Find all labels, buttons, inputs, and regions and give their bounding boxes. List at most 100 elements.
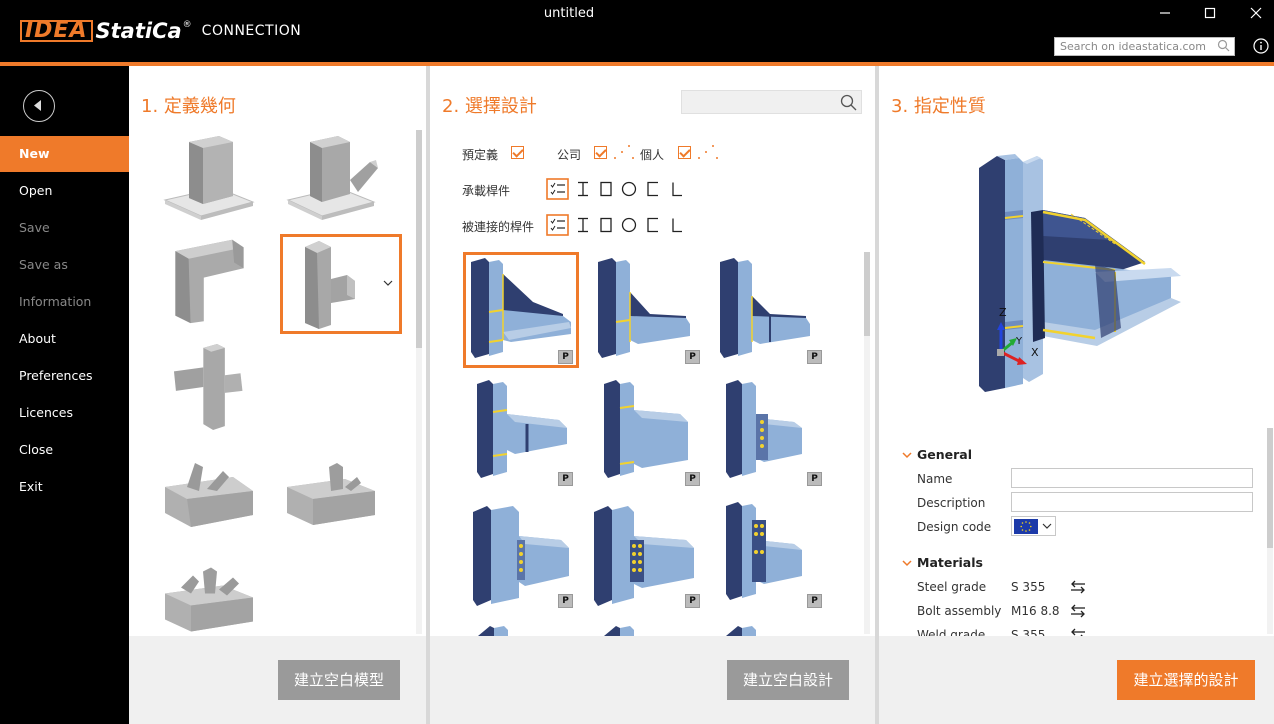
- bolt-assembly-value[interactable]: M16 8.8: [1011, 604, 1060, 618]
- personal-more-icon[interactable]: [696, 144, 718, 160]
- menu-item-save[interactable]: Save: [0, 210, 129, 246]
- app-window: IDEA StatiCa ® CONNECTION untitled Searc…: [0, 0, 1274, 724]
- bearing-angle-icon[interactable]: [669, 181, 685, 197]
- back-button[interactable]: [23, 90, 55, 122]
- axis-y-label: Y: [1016, 336, 1023, 347]
- design-template-4[interactable]: P: [463, 374, 579, 490]
- properties-scrollbar[interactable]: [1267, 428, 1273, 634]
- menu-item-close[interactable]: Close: [0, 432, 129, 468]
- menu-item-open[interactable]: Open: [0, 173, 129, 209]
- topology-truss-chord-v[interactable]: [163, 452, 273, 542]
- axis-x-label: X: [1031, 346, 1039, 359]
- design-template-5[interactable]: P: [590, 374, 706, 490]
- menu-item-preferences[interactable]: Preferences: [0, 358, 129, 394]
- design-template-9[interactable]: P: [712, 496, 828, 612]
- panel-divider-1[interactable]: [426, 66, 430, 724]
- design-template-6[interactable]: P: [712, 374, 828, 490]
- topology-column-base-brace[interactable]: [284, 132, 394, 222]
- connected-all-shapes-icon[interactable]: [546, 214, 569, 236]
- connected-member-label: 被連接的桿件: [462, 220, 535, 234]
- design-template-1[interactable]: P: [463, 252, 579, 368]
- close-window-button[interactable]: [1245, 4, 1267, 26]
- bearing-channel-icon[interactable]: [645, 181, 661, 197]
- steel-grade-value[interactable]: S 355: [1011, 580, 1045, 594]
- general-collapse-icon[interactable]: [902, 450, 912, 460]
- filter-personal-checkbox[interactable]: [678, 146, 691, 159]
- search-icon[interactable]: [840, 94, 857, 111]
- panel-divider-2[interactable]: [875, 66, 879, 724]
- filter-company-checkbox[interactable]: [594, 146, 607, 159]
- connected-channel-icon[interactable]: [645, 217, 661, 233]
- parametric-badge: P: [807, 350, 822, 364]
- design-search-input[interactable]: [681, 90, 862, 114]
- design-template-3[interactable]: P: [712, 252, 828, 368]
- filter-predefined-checkbox[interactable]: [511, 146, 524, 159]
- minimize-button[interactable]: [1154, 4, 1176, 26]
- design-template-2[interactable]: P: [590, 252, 706, 368]
- filter-predefined-label: 預定義: [462, 148, 499, 162]
- back-arrow-icon: [34, 100, 41, 111]
- parametric-badge: P: [685, 594, 700, 608]
- maximize-button[interactable]: [1199, 4, 1221, 26]
- create-blank-design-button[interactable]: 建立空白設計: [727, 660, 849, 700]
- bearing-rhs-icon[interactable]: [598, 181, 614, 197]
- materials-section-heading[interactable]: Materials: [917, 555, 983, 570]
- window-title: untitled: [543, 6, 595, 21]
- weld-grade-swap-icon[interactable]: [1069, 628, 1087, 636]
- logo-statica: StatiCa: [95, 19, 182, 43]
- design-code-select[interactable]: [1011, 516, 1056, 536]
- design-template-7[interactable]: P: [463, 496, 579, 612]
- weld-grade-row-clip: Weld grade S 355: [879, 622, 1259, 636]
- topology-truss-chord-t[interactable]: [285, 452, 395, 542]
- bearing-chs-icon[interactable]: [621, 181, 637, 197]
- general-section-heading[interactable]: General: [917, 447, 972, 462]
- design-template-8[interactable]: P: [590, 496, 706, 612]
- menu-item-information[interactable]: Information: [0, 284, 129, 320]
- geometry-scrollbar[interactable]: [416, 130, 422, 634]
- name-field[interactable]: [1011, 468, 1253, 488]
- create-blank-model-button[interactable]: 建立空白模型: [278, 660, 400, 700]
- connected-angle-icon[interactable]: [669, 217, 685, 233]
- search-icon[interactable]: [1217, 39, 1230, 52]
- create-selected-design-button[interactable]: 建立選擇的設計: [1117, 660, 1255, 700]
- description-field[interactable]: [1011, 492, 1253, 512]
- connected-rhs-icon[interactable]: [598, 217, 614, 233]
- chevron-down-icon: [1042, 523, 1052, 529]
- topology-column-base[interactable]: [163, 132, 273, 222]
- design-scrollbar[interactable]: [864, 252, 870, 634]
- steel-grade-swap-icon[interactable]: [1069, 580, 1087, 594]
- topology-knee[interactable]: [163, 236, 273, 326]
- materials-collapse-icon[interactable]: [902, 558, 912, 568]
- bearing-i-section-icon[interactable]: [575, 181, 591, 197]
- menu-item-exit[interactable]: Exit: [0, 469, 129, 505]
- properties-scrollbar-thumb[interactable]: [1267, 428, 1273, 548]
- topology-truss-chord-k[interactable]: [163, 556, 273, 646]
- weld-grade-value[interactable]: S 355: [1011, 628, 1045, 636]
- topology-cross[interactable]: [163, 342, 273, 432]
- topology-column-beam-selected[interactable]: [280, 234, 402, 334]
- bolt-assembly-swap-icon[interactable]: [1069, 604, 1087, 618]
- menu-item-about[interactable]: About: [0, 321, 129, 357]
- chevron-down-icon[interactable]: [383, 279, 393, 287]
- menu-label: New: [19, 146, 50, 161]
- connected-chs-icon[interactable]: [621, 217, 637, 233]
- bearing-member-label: 承載桿件: [462, 184, 511, 198]
- weld-grade-label: Weld grade: [917, 628, 986, 636]
- design-scrollbar-thumb[interactable]: [864, 252, 870, 336]
- logo-idea: IDEA: [20, 20, 93, 42]
- geometry-scrollbar-thumb[interactable]: [416, 130, 422, 348]
- company-more-icon[interactable]: [612, 144, 634, 160]
- menu-item-save-as[interactable]: Save as: [0, 247, 129, 283]
- design-row-partial: [478, 626, 756, 636]
- info-icon[interactable]: [1253, 38, 1269, 54]
- design-panel-footer: 建立空白設計: [430, 636, 875, 724]
- web-search-input[interactable]: Search on ideastatica.com: [1054, 37, 1235, 56]
- connected-i-section-icon[interactable]: [575, 217, 591, 233]
- app-logo: IDEA StatiCa ® CONNECTION: [20, 19, 301, 43]
- properties-panel: 3. 指定性質 Z Y X General Name Description D…: [879, 66, 1274, 636]
- menu-item-licences[interactable]: Licences: [0, 395, 129, 431]
- menu-item-new[interactable]: New: [0, 136, 129, 172]
- topology-column-beam-graphic: [305, 241, 355, 329]
- bearing-all-shapes-icon[interactable]: [546, 178, 569, 200]
- geometry-panel-footer: 建立空白模型: [129, 636, 426, 724]
